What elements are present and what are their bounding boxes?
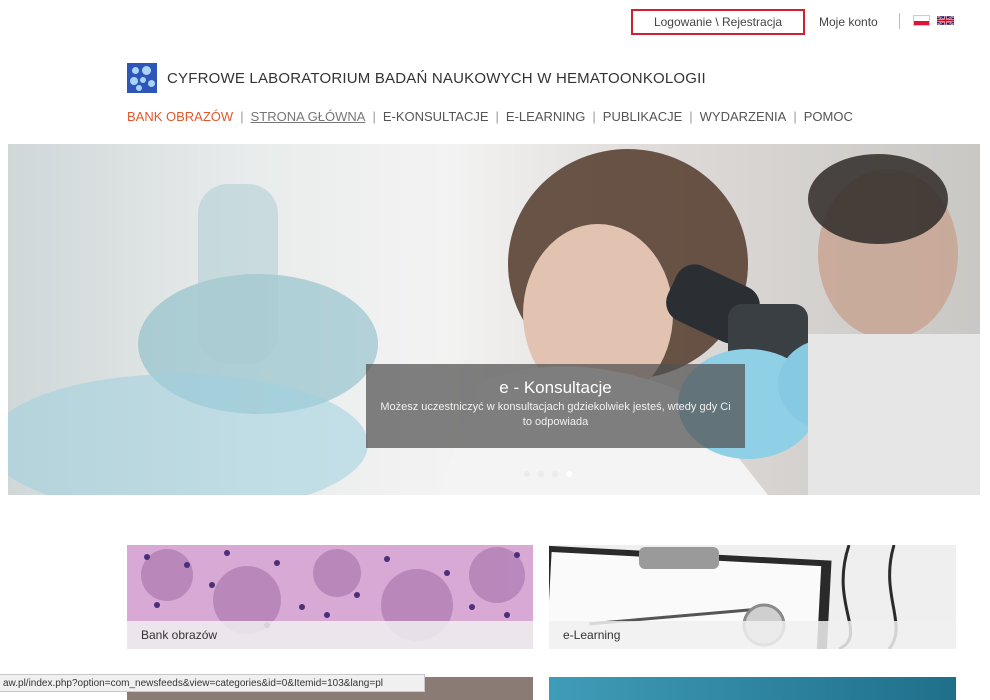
flag-uk-icon[interactable] xyxy=(937,15,954,26)
nav-item-strona-glowna[interactable]: STRONA GŁÓWNA xyxy=(251,109,366,124)
nav-item-e-learning[interactable]: E-LEARNING xyxy=(506,109,585,124)
nav-item-publikacje[interactable]: PUBLIKACJE xyxy=(603,109,682,124)
nav-item-wydarzenia[interactable]: WYDARZENIA xyxy=(700,109,787,124)
logo-icon xyxy=(127,63,157,93)
site-title: CYFROWE LABORATORIUM BADAŃ NAUKOWYCH W H… xyxy=(167,69,706,87)
top-divider xyxy=(899,13,900,29)
my-account-link[interactable]: Moje konto xyxy=(819,15,878,29)
nav-separator: | xyxy=(240,109,244,124)
slide-caption: e - Konsultacje Możesz uczestniczyć w ko… xyxy=(366,364,745,448)
nav-item-e-konsultacje[interactable]: E-KONSULTACJE xyxy=(383,109,489,124)
nav-separator: | xyxy=(689,109,693,124)
nav-item-bank-obrazow[interactable]: BANK OBRAZÓW xyxy=(127,109,233,124)
nav-item-pomoc[interactable]: POMOC xyxy=(804,109,853,124)
top-bar: Logowanie \ Rejestracja Moje konto xyxy=(0,0,990,40)
tile-label: Bank obrazów xyxy=(127,621,533,649)
nav-separator: | xyxy=(592,109,596,124)
nav-separator: | xyxy=(793,109,797,124)
site-brand[interactable]: CYFROWE LABORATORIUM BADAŃ NAUKOWYCH W H… xyxy=(127,63,706,93)
flag-pl-icon[interactable] xyxy=(913,15,930,26)
login-register-link[interactable]: Logowanie \ Rejestracja xyxy=(631,9,805,35)
slider-pagination xyxy=(524,471,572,477)
nav-separator: | xyxy=(495,109,499,124)
tile-bank-obrazow[interactable]: Bank obrazów xyxy=(127,545,533,649)
slide-description: Możesz uczestniczyć w konsultacjach gdzi… xyxy=(380,401,731,428)
main-nav: BANK OBRAZÓW | STRONA GŁÓWNA | E-KONSULT… xyxy=(127,109,853,124)
slider-dot-active[interactable] xyxy=(566,471,572,477)
hero-slider[interactable]: e - Konsultacje Możesz uczestniczyć w ko… xyxy=(8,144,980,495)
tile-bottom-right[interactable] xyxy=(549,677,956,700)
tile-label: e-Learning xyxy=(549,621,956,649)
status-url-bar: aw.pl/index.php?option=com_newsfeeds&vie… xyxy=(0,674,425,692)
nav-separator: | xyxy=(372,109,376,124)
slider-dot[interactable] xyxy=(538,471,544,477)
tile-e-learning[interactable]: e-Learning xyxy=(549,545,956,649)
slider-dot[interactable] xyxy=(552,471,558,477)
slide-title: e - Konsultacje xyxy=(499,378,612,397)
slider-dot[interactable] xyxy=(524,471,530,477)
